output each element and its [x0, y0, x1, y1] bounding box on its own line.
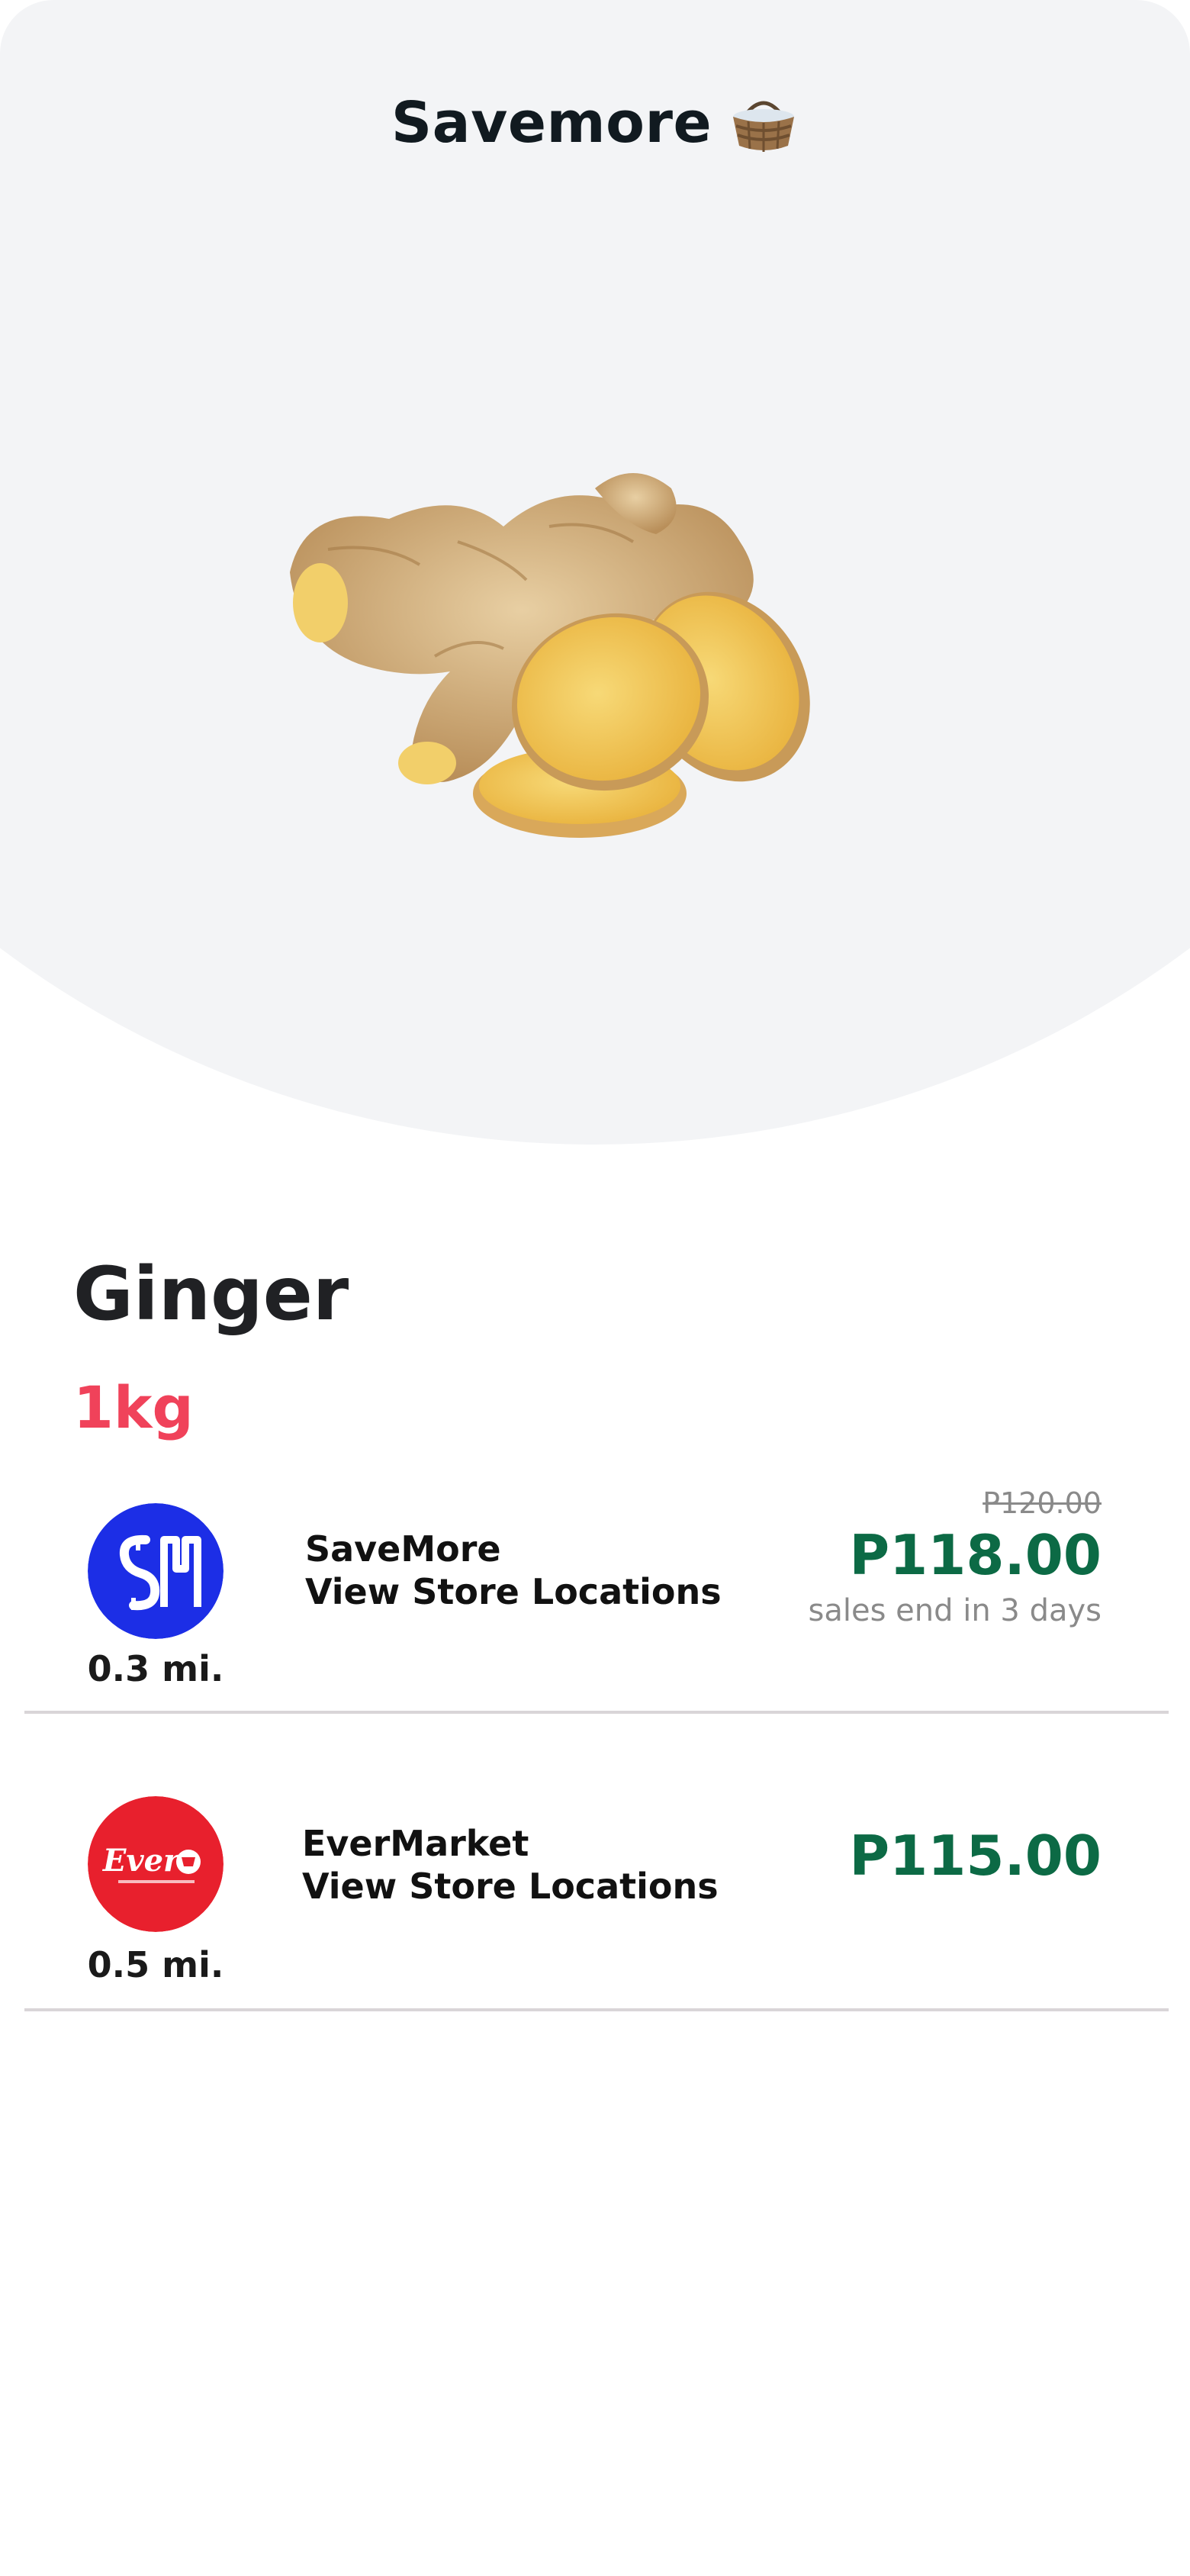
store-offer-row[interactable]: Ever 0.5 mi. EverMarket View Store Locat… — [24, 1714, 1169, 2011]
price-block: P120.00 P118.00 sales end in 3 days — [809, 1486, 1102, 1628]
price-block: P115.00 — [849, 1825, 1102, 1886]
page-title-text: Savemore — [391, 90, 712, 156]
store-name: SaveMore — [305, 1528, 501, 1570]
store-name: EverMarket — [302, 1823, 529, 1864]
sale-price: P115.00 — [849, 1824, 1102, 1888]
ever-logo: Ever — [88, 1796, 224, 1932]
store-distance: 0.5 mi. — [87, 1944, 224, 1985]
store-info: SaveMore View Store Locations — [305, 1528, 722, 1613]
store-offer-row[interactable]: 0.3 mi. SaveMore View Store Locations P1… — [24, 1473, 1169, 1714]
product-name: Ginger — [73, 1251, 349, 1337]
page-title: Savemore — [0, 90, 1190, 156]
hero-section: Savemore — [0, 0, 1190, 1145]
view-store-locations-link[interactable]: View Store Locations — [305, 1570, 722, 1613]
sm-logo — [88, 1503, 224, 1639]
basket-icon — [733, 101, 795, 152]
store-distance: 0.3 mi. — [87, 1648, 224, 1689]
store-info: EverMarket View Store Locations — [302, 1822, 719, 1908]
svg-text:Ever: Ever — [102, 1843, 182, 1879]
sale-price: P118.00 — [849, 1523, 1102, 1587]
row-divider — [24, 2008, 1169, 2011]
original-price: P120.00 — [983, 1486, 1102, 1520]
product-size: 1kg — [73, 1373, 194, 1441]
sale-end-note: sales end in 3 days — [808, 1593, 1102, 1628]
ginger-image — [290, 473, 810, 838]
view-store-locations-link[interactable]: View Store Locations — [302, 1865, 719, 1908]
